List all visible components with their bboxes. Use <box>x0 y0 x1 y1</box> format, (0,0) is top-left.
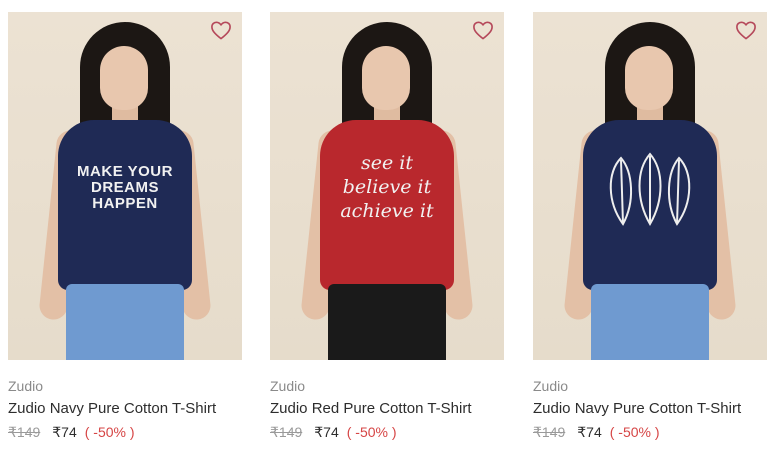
product-card[interactable]: MAKE YOUR DREAMS HAPPEN Zudio Zudio Navy… <box>8 12 242 441</box>
discount-badge: ( -50% ) <box>84 424 135 440</box>
model-face <box>100 46 148 110</box>
product-meta: Zudio Zudio Red Pure Cotton T-Shirt ₹149… <box>270 360 504 441</box>
product-image[interactable]: MAKE YOUR DREAMS HAPPEN <box>8 12 242 360</box>
sale-price: ₹74 <box>314 424 339 440</box>
product-title-link[interactable]: Zudio Navy Pure Cotton T-Shirt <box>533 399 767 418</box>
product-title-link[interactable]: Zudio Navy Pure Cotton T-Shirt <box>8 399 242 418</box>
denim-jeans <box>591 284 709 360</box>
feather-print-graphic <box>583 150 717 235</box>
discount-badge: ( -50% ) <box>346 424 397 440</box>
product-brand: Zudio <box>8 378 44 394</box>
original-price: ₹149 <box>533 424 566 440</box>
product-image[interactable] <box>533 12 767 360</box>
price-row: ₹149 ₹74 ( -50% ) <box>270 423 504 441</box>
original-price: ₹149 <box>8 424 41 440</box>
product-meta: Zudio Zudio Navy Pure Cotton T-Shirt ₹14… <box>8 360 242 441</box>
wishlist-heart-icon[interactable] <box>210 20 232 40</box>
sale-price: ₹74 <box>52 424 77 440</box>
tshirt-print-text: MAKE YOUR DREAMS HAPPEN <box>77 163 173 212</box>
tshirt-print-text: see it believe it achieve it <box>340 152 434 222</box>
product-image[interactable]: see it believe it achieve it <box>270 12 504 360</box>
wishlist-heart-icon[interactable] <box>735 20 757 40</box>
black-pants <box>328 284 446 360</box>
product-card[interactable]: Zudio Zudio Navy Pure Cotton T-Shirt ₹14… <box>533 12 767 441</box>
denim-jeans <box>66 284 184 360</box>
product-meta: Zudio Zudio Navy Pure Cotton T-Shirt ₹14… <box>533 360 767 441</box>
price-row: ₹149 ₹74 ( -50% ) <box>533 423 767 441</box>
original-price: ₹149 <box>270 424 303 440</box>
product-brand: Zudio <box>270 378 306 394</box>
product-brand: Zudio <box>533 378 569 394</box>
product-card[interactable]: see it believe it achieve it Zudio Zudio… <box>270 12 504 441</box>
product-grid: MAKE YOUR DREAMS HAPPEN Zudio Zudio Navy… <box>0 0 773 452</box>
discount-badge: ( -50% ) <box>609 424 660 440</box>
sale-price: ₹74 <box>577 424 602 440</box>
model-face <box>625 46 673 110</box>
product-title-link[interactable]: Zudio Red Pure Cotton T-Shirt <box>270 399 504 418</box>
model-face <box>362 46 410 110</box>
price-row: ₹149 ₹74 ( -50% ) <box>8 423 242 441</box>
wishlist-heart-icon[interactable] <box>472 20 494 40</box>
